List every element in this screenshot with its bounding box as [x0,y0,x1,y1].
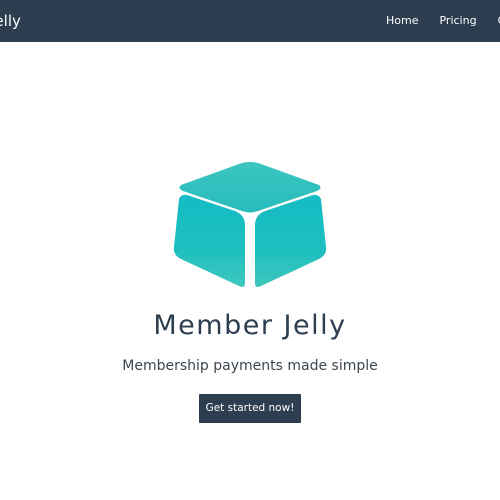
cube-right-face [255,194,327,287]
hero-section: Member Jelly Membership payments made si… [0,42,500,500]
jelly-cube-logo-icon [173,162,327,287]
brand-link[interactable]: Jelly [0,12,21,30]
cube-left-face [173,194,245,287]
nav-link-home[interactable]: Home [386,14,418,28]
navbar: Jelly Home Pricing Co [0,0,500,42]
page-title: Member Jelly [153,310,347,341]
get-started-button[interactable]: Get started now! [199,394,301,423]
page-subtitle: Membership payments made simple [122,358,378,374]
nav-links: Home Pricing Co [386,14,500,28]
nav-link-pricing[interactable]: Pricing [439,14,476,28]
